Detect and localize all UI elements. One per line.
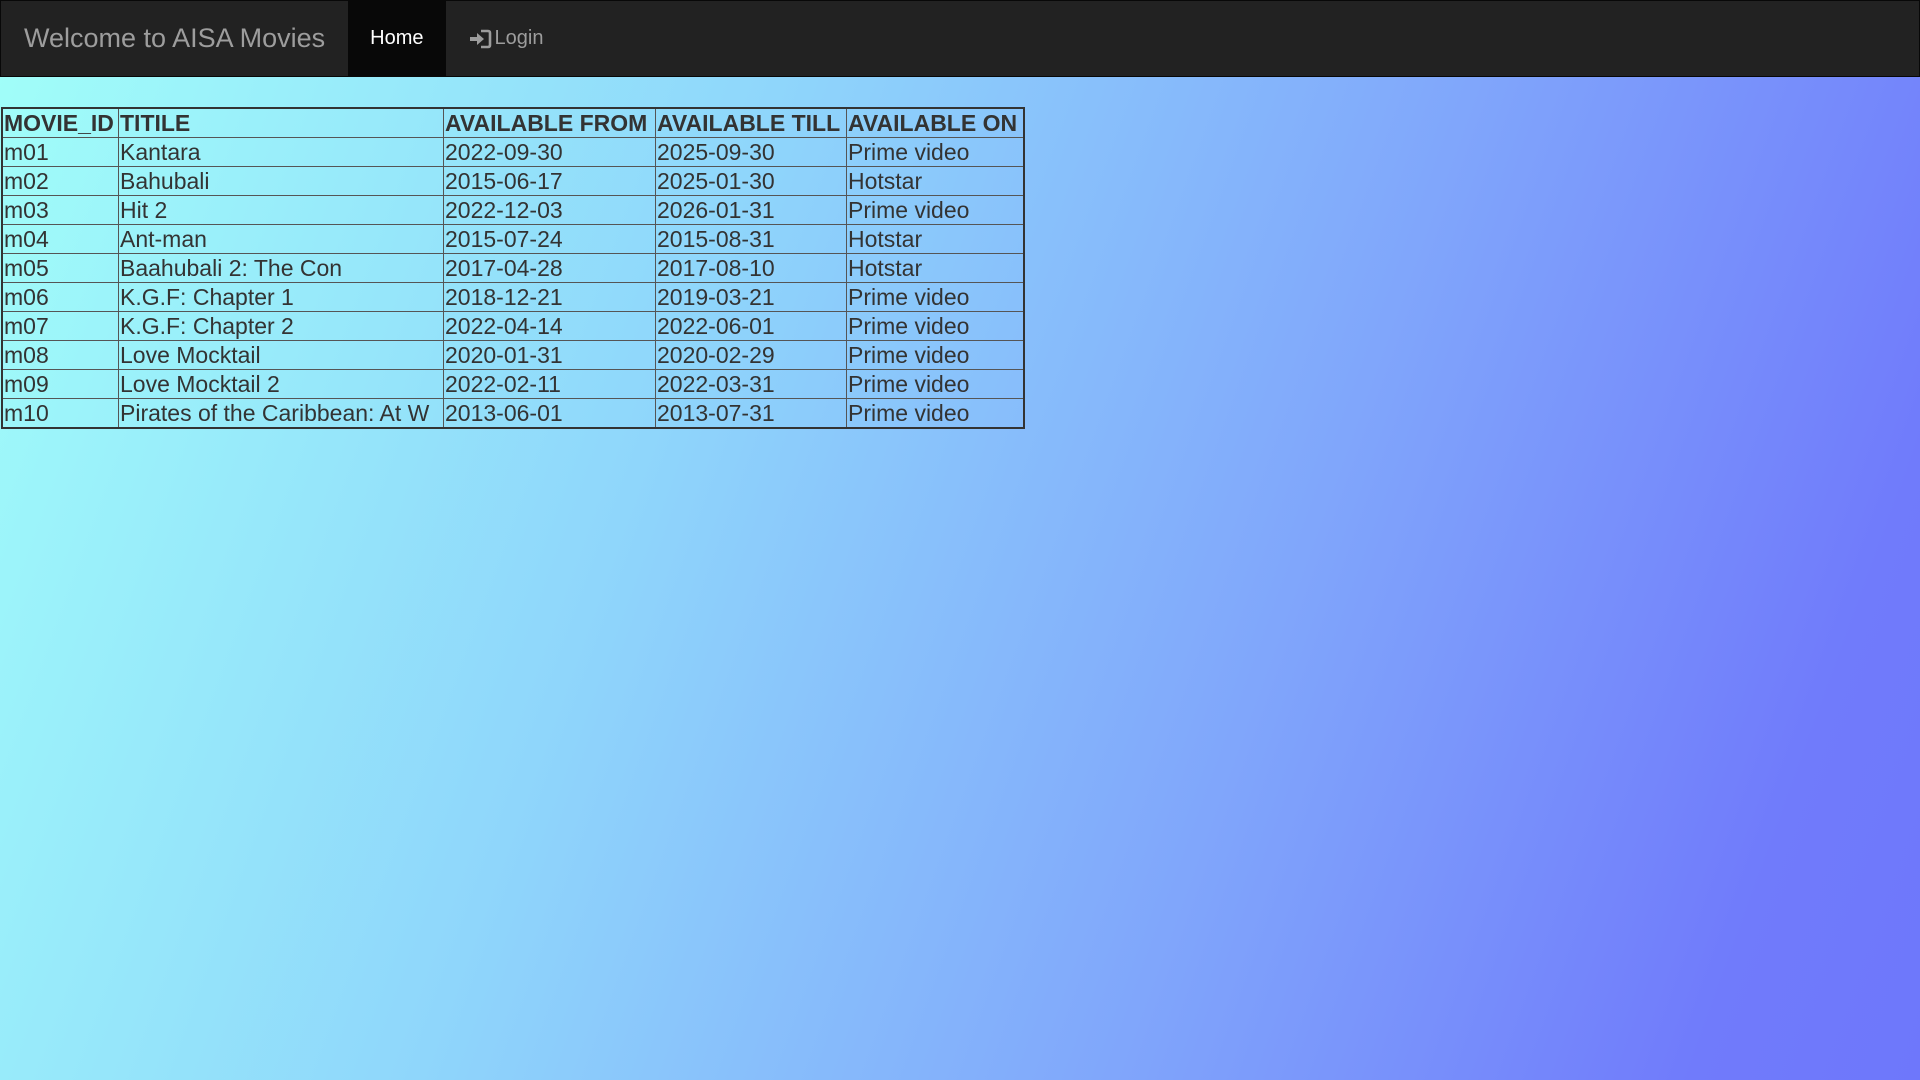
cell-available-on: Prime video	[846, 311, 1025, 341]
cell-available-on: Hotstar	[846, 224, 1025, 254]
cell-available-from: 2018-12-21	[443, 282, 656, 312]
cell-available-on: Prime video	[846, 398, 1025, 429]
nav-login-label: Login	[494, 27, 544, 49]
column-header-available-till: AVAILABLE TILL	[655, 107, 847, 138]
site-brand[interactable]: Welcome to AISA Movies	[1, 1, 348, 76]
cell-available-till: 2022-03-31	[655, 369, 847, 399]
cell-title: Bahubali	[118, 166, 444, 196]
cell-available-till: 2025-01-30	[655, 166, 847, 196]
cell-available-till: 2020-02-29	[655, 340, 847, 370]
movies-table: MOVIE_ID TITILE AVAILABLE FROM AVAILABLE…	[1, 107, 1025, 429]
cell-title: Baahubali 2: The Con	[118, 253, 444, 283]
cell-available-till: 2017-08-10	[655, 253, 847, 283]
table-header-row: MOVIE_ID TITILE AVAILABLE FROM AVAILABLE…	[1, 107, 1025, 138]
column-header-available-on: AVAILABLE ON	[846, 107, 1025, 138]
cell-title: K.G.F: Chapter 2	[118, 311, 444, 341]
column-header-title: TITILE	[118, 107, 444, 138]
cell-available-from: 2013-06-01	[443, 398, 656, 429]
cell-title: Pirates of the Caribbean: At W	[118, 398, 444, 429]
column-header-available-from: AVAILABLE FROM	[443, 107, 656, 138]
table-row: m06 K.G.F: Chapter 1 2018-12-21 2019-03-…	[1, 282, 1025, 312]
cell-available-from: 2022-12-03	[443, 195, 656, 225]
cell-available-till: 2025-09-30	[655, 137, 847, 167]
table-row: m01 Kantara 2022-09-30 2025-09-30 Prime …	[1, 137, 1025, 167]
cell-available-on: Prime video	[846, 195, 1025, 225]
cell-movie-id: m03	[1, 195, 119, 225]
table-row: m10 Pirates of the Caribbean: At W 2013-…	[1, 398, 1025, 429]
table-row: m09 Love Mocktail 2 2022-02-11 2022-03-3…	[1, 369, 1025, 399]
log-in-icon	[468, 28, 492, 50]
cell-movie-id: m08	[1, 340, 119, 370]
cell-movie-id: m01	[1, 137, 119, 167]
cell-movie-id: m07	[1, 311, 119, 341]
table-row: m02 Bahubali 2015-06-17 2025-01-30 Hotst…	[1, 166, 1025, 196]
cell-movie-id: m04	[1, 224, 119, 254]
cell-available-till: 2022-06-01	[655, 311, 847, 341]
cell-available-till: 2026-01-31	[655, 195, 847, 225]
cell-available-from: 2015-07-24	[443, 224, 656, 254]
cell-movie-id: m09	[1, 369, 119, 399]
cell-available-till: 2013-07-31	[655, 398, 847, 429]
table-row: m07 K.G.F: Chapter 2 2022-04-14 2022-06-…	[1, 311, 1025, 341]
cell-available-on: Prime video	[846, 340, 1025, 370]
nav-login-link[interactable]: Login	[446, 1, 566, 76]
cell-title: Love Mocktail 2	[118, 369, 444, 399]
cell-title: Love Mocktail	[118, 340, 444, 370]
cell-available-from: 2017-04-28	[443, 253, 656, 283]
table-row: m05 Baahubali 2: The Con 2017-04-28 2017…	[1, 253, 1025, 283]
cell-available-on: Prime video	[846, 282, 1025, 312]
cell-available-from: 2022-02-11	[443, 369, 656, 399]
cell-movie-id: m10	[1, 398, 119, 429]
nav-home-link[interactable]: Home	[348, 1, 446, 76]
nav-home-label: Home	[370, 27, 424, 49]
cell-movie-id: m02	[1, 166, 119, 196]
column-header-movie-id: MOVIE_ID	[1, 107, 119, 138]
cell-available-from: 2022-04-14	[443, 311, 656, 341]
table-row: m08 Love Mocktail 2020-01-31 2020-02-29 …	[1, 340, 1025, 370]
cell-available-on: Hotstar	[846, 166, 1025, 196]
cell-available-on: Hotstar	[846, 253, 1025, 283]
cell-available-till: 2019-03-21	[655, 282, 847, 312]
cell-available-from: 2022-09-30	[443, 137, 656, 167]
table-row: m04 Ant-man 2015-07-24 2015-08-31 Hotsta…	[1, 224, 1025, 254]
cell-available-on: Prime video	[846, 369, 1025, 399]
cell-available-from: 2015-06-17	[443, 166, 656, 196]
top-navbar: Welcome to AISA Movies Home Login	[0, 0, 1920, 77]
table-row: m03 Hit 2 2022-12-03 2026-01-31 Prime vi…	[1, 195, 1025, 225]
cell-title: Hit 2	[118, 195, 444, 225]
cell-movie-id: m05	[1, 253, 119, 283]
cell-available-on: Prime video	[846, 137, 1025, 167]
cell-title: K.G.F: Chapter 1	[118, 282, 444, 312]
cell-movie-id: m06	[1, 282, 119, 312]
cell-title: Ant-man	[118, 224, 444, 254]
cell-available-till: 2015-08-31	[655, 224, 847, 254]
cell-available-from: 2020-01-31	[443, 340, 656, 370]
cell-title: Kantara	[118, 137, 444, 167]
